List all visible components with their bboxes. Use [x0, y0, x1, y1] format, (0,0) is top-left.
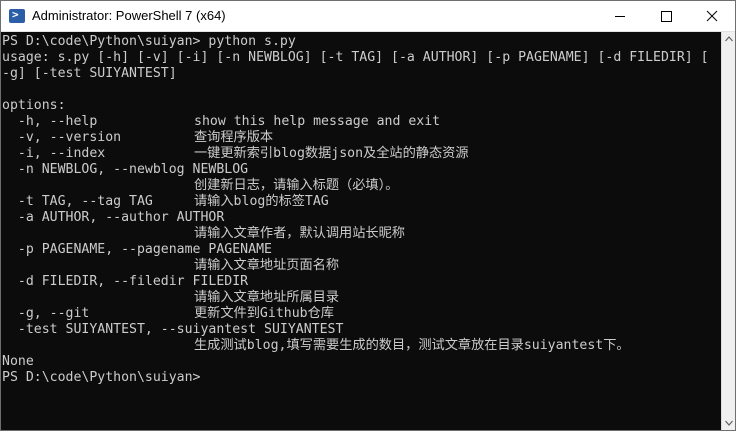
option-flag: -a AUTHOR, --author AUTHOR: [2, 210, 225, 225]
powershell-icon[interactable]: >: [9, 8, 25, 23]
option-help: 请输入文章地址页面名称: [194, 258, 340, 273]
option-help: show this help message and exit: [194, 114, 441, 129]
maximize-button[interactable]: [643, 1, 689, 31]
vertical-scrollbar[interactable]: [721, 32, 736, 430]
option-help: 请输入文章地址所属目录: [194, 290, 340, 305]
powershell-window: > Administrator: PowerShell 7 (x64) PS D…: [0, 0, 736, 431]
console-line: usage: s.py [-h] [-v] [-i] [-n NEWBLOG] …: [2, 50, 709, 65]
option-flag: -d FILEDIR, --filedir FILEDIR: [2, 274, 249, 289]
option-help: 创建新日志，请输入标题（必填）。: [194, 178, 399, 193]
minimize-icon: [615, 16, 625, 17]
option-flag: -n NEWBLOG, --newblog NEWBLOG: [2, 162, 249, 177]
option-flag: -i, --index: [2, 146, 106, 161]
scroll-down-icon[interactable]: [722, 416, 736, 430]
option-help: 更新文件到Github仓库: [194, 306, 334, 321]
option-help: 一键更新索引blog数据json及全站的静态资源: [194, 146, 469, 161]
console-output[interactable]: PS D:\code\Python\suiyan> python s.py us…: [1, 32, 721, 430]
option-help: 请输入blog的标签TAG: [194, 194, 329, 209]
option-flag: -p PAGENAME, --pagename PAGENAME: [2, 242, 272, 257]
console-prompt: PS D:\code\Python\suiyan>: [2, 370, 201, 385]
option-help: 查询程序版本: [194, 130, 274, 145]
option-flag: -v, --version: [2, 130, 122, 145]
console-line: -g] [-test SUIYANTEST]: [2, 66, 177, 81]
option-help: 生成测试blog,填写需要生成的数目，测试文章放在目录suiyantest下。: [194, 338, 630, 353]
close-button[interactable]: [689, 1, 735, 31]
option-flag: -g, --git: [2, 306, 90, 321]
option-flag: -h, --help: [2, 114, 98, 129]
console-line: options:: [2, 98, 66, 113]
console-line: PS D:\code\Python\suiyan> python s.py: [2, 34, 296, 49]
minimize-button[interactable]: [597, 1, 643, 31]
maximize-icon: [661, 11, 672, 22]
title-bar[interactable]: > Administrator: PowerShell 7 (x64): [1, 1, 735, 32]
option-flag: -test SUIYANTEST, --suiyantest SUIYANTES…: [2, 322, 344, 337]
option-flag: -t TAG, --tag TAG: [2, 194, 153, 209]
close-icon: [706, 10, 718, 22]
window-title: Administrator: PowerShell 7 (x64): [32, 8, 226, 23]
option-help: 请输入文章作者，默认调用站长昵称: [194, 226, 405, 241]
scroll-up-icon[interactable]: [722, 32, 736, 46]
console-line: None: [2, 354, 34, 369]
